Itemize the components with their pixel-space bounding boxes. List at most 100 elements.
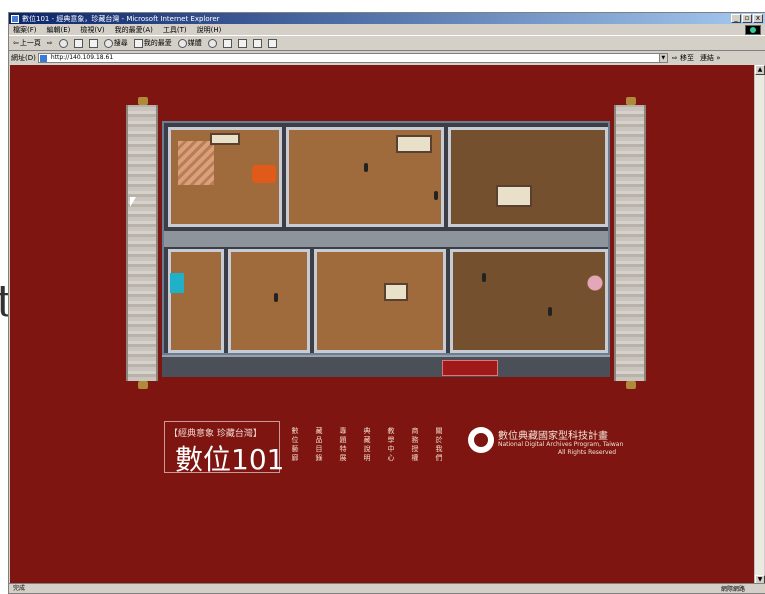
mouse-cursor-icon	[130, 197, 136, 207]
windows-logo-icon	[745, 25, 761, 35]
scroll-up-icon[interactable]: ▲	[755, 65, 765, 75]
menu-help[interactable]: 說明(H)	[197, 25, 222, 35]
menu-favorites[interactable]: 我的最愛(A)	[115, 25, 153, 35]
menu-edit[interactable]: 編輯(E)	[47, 25, 71, 35]
scroll-cap-icon	[138, 381, 148, 389]
nav-about[interactable]: 關於我們	[432, 427, 444, 467]
archives-credit[interactable]: 數位典藏國家型科技計畫 National Digital Archives Pr…	[468, 427, 628, 463]
go-label: 移至	[679, 53, 694, 62]
visitor-icon	[434, 191, 438, 200]
title-bar[interactable]: 數位101 - 經典意象，珍藏台灣 - Microsoft Internet E…	[9, 13, 765, 24]
minimize-button[interactable]: _	[731, 14, 741, 23]
desk-icon	[170, 273, 184, 293]
restore-button[interactable]: ▫	[742, 14, 752, 23]
menu-file[interactable]: 檔案(F)	[13, 25, 37, 35]
favorites-button[interactable]: 我的最愛	[133, 38, 172, 48]
archives-logo-icon	[468, 427, 494, 453]
print-icon	[237, 38, 247, 48]
home-icon	[88, 38, 98, 48]
vertical-scrollbar[interactable]: ▲ ▼	[754, 65, 765, 585]
search-icon	[103, 38, 113, 48]
scroll-roll-right	[614, 97, 646, 389]
entrance-sign-icon[interactable]	[442, 360, 498, 376]
media-label: 媒體	[187, 39, 202, 47]
favorites-icon	[133, 38, 143, 48]
forward-arrow-icon: ⇨	[46, 39, 53, 47]
toolbar: ⇦ 上一頁 ⇨ 搜尋 我的最愛 媒體	[9, 36, 765, 51]
nav-gallery[interactable]: 數位藝廊	[288, 427, 300, 467]
back-label: 上一頁	[19, 39, 41, 47]
back-arrow-icon: ⇦	[13, 39, 19, 47]
history-icon	[207, 38, 217, 48]
media-icon	[177, 38, 187, 48]
visitor-icon	[482, 273, 486, 282]
nav-education[interactable]: 教學中心	[384, 427, 396, 467]
security-zone: 網際網路	[720, 586, 745, 593]
room-education[interactable]	[168, 249, 224, 353]
visitor-icon	[274, 293, 278, 302]
visitor-icon	[548, 307, 552, 316]
search-label: 搜尋	[113, 39, 128, 47]
nav-exhibition[interactable]: 專題特展	[336, 427, 348, 467]
address-url: http://140.109.18.61	[50, 53, 114, 61]
display-case-icon	[384, 283, 408, 301]
painting-icon	[396, 135, 432, 153]
status-text: 完成	[13, 585, 26, 592]
address-input[interactable]: http://140.109.18.61 ▼	[37, 52, 668, 63]
staircase-icon	[178, 141, 214, 185]
mail-button[interactable]	[222, 38, 232, 48]
nav-catalog[interactable]: 藏品目錄	[312, 427, 324, 467]
go-arrow-icon: ⇨	[671, 53, 678, 62]
painting-icon	[496, 185, 532, 207]
visitor-icon	[364, 163, 368, 172]
links-button[interactable]: 連結 »	[700, 53, 721, 63]
scroll-cap-icon	[626, 97, 636, 105]
museum-map[interactable]	[162, 121, 610, 355]
search-button[interactable]: 搜尋	[103, 38, 128, 48]
room-commerce[interactable]	[314, 249, 446, 353]
page-viewport: 【經典意象 珍藏台灣】 數位101 數位藝廊 藏品目錄 專題特展 典藏說明 教學…	[10, 65, 754, 585]
nav-licensing[interactable]: 商務授權	[408, 427, 420, 467]
room-collection[interactable]	[228, 249, 310, 353]
scroll-cap-icon	[138, 97, 148, 105]
window-title: 數位101 - 經典意象，珍藏台灣 - Microsoft Internet E…	[22, 14, 220, 23]
menu-view[interactable]: 檢視(V)	[80, 25, 104, 35]
history-button[interactable]	[207, 38, 217, 48]
window-controls: _ ▫ x	[731, 14, 763, 23]
back-button[interactable]: ⇦ 上一頁	[13, 38, 41, 48]
status-bar: 完成 網際網路	[9, 583, 765, 593]
home-button[interactable]	[88, 38, 98, 48]
stop-icon	[58, 38, 68, 48]
close-button[interactable]: x	[753, 14, 763, 23]
refresh-button[interactable]	[73, 38, 83, 48]
map-divider	[164, 231, 608, 247]
address-dropdown-icon[interactable]: ▼	[658, 53, 667, 62]
edit-button[interactable]	[252, 38, 262, 48]
nav-collection-info[interactable]: 典藏說明	[360, 427, 372, 467]
discuss-button[interactable]	[267, 38, 277, 48]
archives-title: 數位典藏國家型科技計畫	[498, 431, 608, 442]
menu-bar: 檔案(F) 編輯(E) 檢視(V) 我的最愛(A) 工具(T) 說明(H)	[9, 24, 765, 36]
refresh-icon	[73, 38, 83, 48]
page-icon	[39, 54, 47, 62]
address-bar: 網址(D) http://140.109.18.61 ▼ ⇨ 移至 連結 »	[9, 51, 765, 64]
room-exhibition[interactable]	[448, 127, 608, 227]
ie-page-icon	[11, 14, 19, 23]
media-button[interactable]: 媒體	[177, 38, 202, 48]
menu-tools[interactable]: 工具(T)	[163, 25, 187, 35]
sofa-icon	[252, 165, 276, 183]
go-button[interactable]: ⇨ 移至	[672, 53, 694, 63]
discuss-icon	[267, 38, 277, 48]
edit-icon	[252, 38, 262, 48]
scroll-roll-left	[126, 97, 158, 389]
print-button[interactable]	[237, 38, 247, 48]
archives-english-name: National Digital Archives Program, Taiwa…	[498, 441, 624, 448]
browser-window: 數位101 - 經典意象，珍藏台灣 - Microsoft Internet E…	[8, 12, 765, 594]
painting-icon	[210, 133, 240, 145]
site-logo[interactable]: 【經典意象 珍藏台灣】 數位101	[164, 421, 284, 476]
site-nav: 數位藝廊 藏品目錄 專題特展 典藏說明 教學中心 商務授權 關於我們	[288, 427, 456, 467]
octopus-sculpture-icon	[582, 269, 608, 309]
forward-button[interactable]: ⇨	[47, 39, 53, 47]
stop-button[interactable]	[58, 38, 68, 48]
museum-footer	[162, 355, 610, 377]
